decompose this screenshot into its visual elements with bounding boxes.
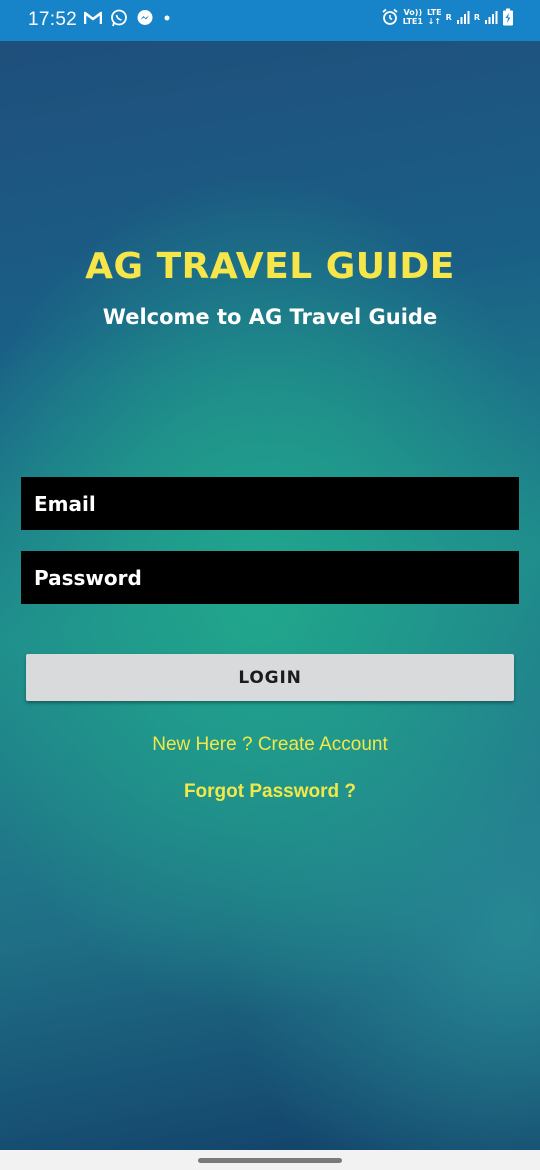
status-time: 17:52	[28, 9, 78, 30]
dot-icon	[162, 13, 172, 23]
navigation-bar	[0, 1150, 540, 1170]
email-input[interactable]	[21, 477, 519, 530]
signal-icon-2	[484, 9, 498, 25]
lte1-label: LTE1	[402, 17, 423, 26]
home-gesture-handle[interactable]	[198, 1158, 342, 1163]
forgot-password-link[interactable]: Forgot Password ?	[0, 781, 540, 803]
signal-icon	[456, 9, 470, 25]
login-screen: AG TRAVEL GUIDE Welcome to AG Travel Gui…	[0, 41, 540, 1150]
messenger-icon	[136, 9, 154, 27]
volte-indicator: Vo)) LTE1	[403, 8, 423, 26]
notification-icons	[84, 9, 172, 27]
app-title: AG TRAVEL GUIDE	[85, 246, 455, 287]
whatsapp-icon	[110, 9, 128, 27]
login-button[interactable]: LOGIN	[26, 654, 514, 701]
lte-indicator: LTE ↓↑	[427, 8, 442, 26]
alarm-icon	[381, 8, 399, 26]
create-account-link[interactable]: New Here ? Create Account	[0, 734, 540, 756]
roaming-label-1: R	[445, 12, 452, 22]
system-icons: Vo)) LTE1 LTE ↓↑ R R	[381, 8, 514, 26]
data-arrows-icon: ↓↑	[427, 17, 441, 26]
volte-label: Vo))	[403, 8, 423, 17]
password-input[interactable]	[21, 551, 519, 604]
app-subtitle: Welcome to AG Travel Guide	[102, 305, 438, 329]
lte-label: LTE	[426, 8, 442, 17]
gmail-icon	[84, 11, 102, 25]
status-bar: 17:52 Vo)) LTE1 LTE ↓↑ R R	[0, 0, 540, 41]
battery-icon	[502, 8, 514, 26]
roaming-label-2: R	[473, 12, 480, 22]
